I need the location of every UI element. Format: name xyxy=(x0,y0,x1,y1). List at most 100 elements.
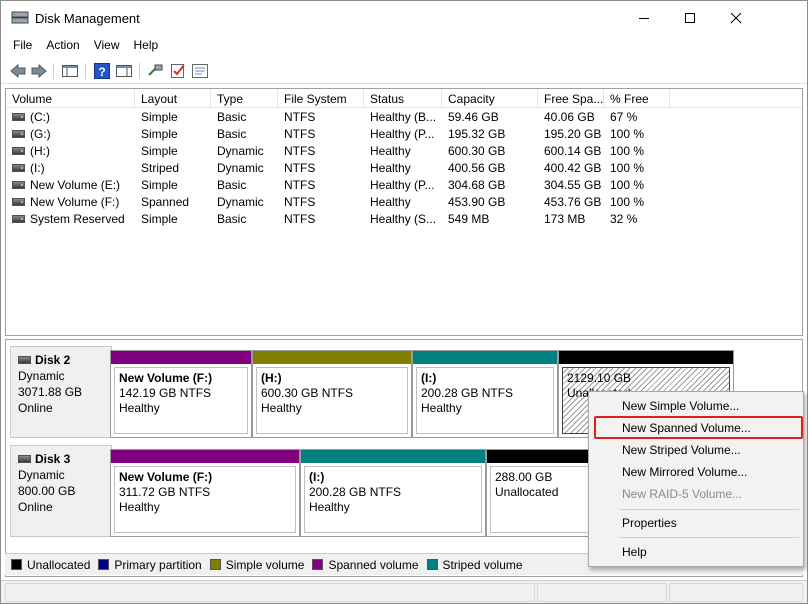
disk-2-label[interactable]: Disk 2 Dynamic 3071.88 GB Online xyxy=(10,346,112,438)
free-space-cell: 400.42 GB xyxy=(544,161,602,175)
volume-row[interactable]: System Reserved Simple Basic NTFS Health… xyxy=(6,211,802,228)
status-pane xyxy=(669,583,803,602)
capacity-cell: 400.56 GB xyxy=(448,161,506,175)
legend-unallocated: Unallocated xyxy=(11,558,90,572)
partition-new-volume-f-disk3[interactable]: New Volume (F:) 311.72 GB NTFS Healthy xyxy=(110,449,300,537)
percent-free-cell: 100 % xyxy=(610,178,645,192)
volume-name-cell: New Volume (F:) xyxy=(6,195,135,211)
legend-label: Spanned volume xyxy=(328,557,419,572)
column-volume[interactable]: Volume xyxy=(6,89,135,108)
toolbar-separator xyxy=(85,63,86,79)
file-system-cell: NTFS xyxy=(284,212,316,226)
menu-new-spanned-volume[interactable]: New Spanned Volume... xyxy=(591,417,801,439)
partition-status: Healthy xyxy=(119,500,160,514)
partition-title: (I:) xyxy=(309,470,325,484)
connect-icon[interactable] xyxy=(146,62,164,80)
close-button[interactable] xyxy=(713,1,759,35)
forward-arrow-icon[interactable] xyxy=(30,62,48,80)
volume-row[interactable]: New Volume (E:) Simple Basic NTFS Health… xyxy=(6,177,802,194)
capacity-cell: 59.46 GB xyxy=(448,110,499,124)
volume-name: New Volume (E:) xyxy=(30,178,121,192)
unallocated-bar xyxy=(559,351,733,364)
menu-file[interactable]: File xyxy=(1,35,39,57)
column-file-system[interactable]: File System xyxy=(278,89,364,108)
legend-label: Unallocated xyxy=(27,557,91,572)
partition-i-disk2[interactable]: (I:) 200.28 GB NTFS Healthy xyxy=(412,350,558,438)
back-arrow-icon[interactable] xyxy=(9,62,27,80)
partition-status: Healthy xyxy=(119,401,160,415)
show-hide-tree-icon[interactable] xyxy=(61,62,79,80)
file-system-cell: NTFS xyxy=(284,144,316,158)
minimize-button[interactable] xyxy=(621,1,667,35)
close-icon xyxy=(730,12,742,24)
spanned-bar xyxy=(111,450,299,463)
column-free-space[interactable]: Free Spa... xyxy=(538,89,604,108)
menu-new-mirrored-volume[interactable]: New Mirrored Volume... xyxy=(591,461,801,483)
menu-view[interactable]: View xyxy=(87,35,127,57)
column-percent-free[interactable]: % Free xyxy=(604,89,670,108)
partition-size: 2129.10 GB xyxy=(567,371,632,385)
partition-size: 311.72 GB NTFS xyxy=(119,485,211,499)
volume-name-cell: (H:) xyxy=(6,144,135,160)
legend-swatch xyxy=(426,559,438,570)
type-cell: Basic xyxy=(217,110,247,124)
file-system-cell: NTFS xyxy=(284,195,316,209)
volume-row[interactable]: (C:) Simple Basic NTFS Healthy (B... 59.… xyxy=(6,109,802,126)
help-icon[interactable]: ? xyxy=(93,62,111,80)
menu-new-simple-volume[interactable]: New Simple Volume... xyxy=(591,395,801,417)
partition-h[interactable]: (H:) 600.30 GB NTFS Healthy xyxy=(252,350,412,438)
menu-action[interactable]: Action xyxy=(39,35,86,57)
status-bar xyxy=(1,580,807,603)
context-menu: New Simple Volume... New Spanned Volume.… xyxy=(588,391,804,567)
partition-size: 142.19 GB NTFS xyxy=(119,386,212,400)
volume-name: (I:) xyxy=(30,161,45,175)
maximize-icon xyxy=(685,13,695,23)
layout-cell: Simple xyxy=(141,127,178,141)
capacity-cell: 549 MB xyxy=(448,212,490,226)
properties-icon[interactable] xyxy=(191,62,209,80)
partition-i-disk3[interactable]: (I:) 200.28 GB NTFS Healthy xyxy=(300,449,486,537)
legend-striped-volume: Striped volume xyxy=(426,557,523,572)
striped-bar xyxy=(301,450,485,463)
status-cell: Healthy xyxy=(370,144,411,158)
menu-properties[interactable]: Properties xyxy=(591,512,801,534)
status-cell: Healthy xyxy=(370,161,411,175)
percent-free-cell: 100 % xyxy=(610,161,645,175)
file-system-cell: NTFS xyxy=(284,161,316,175)
partition-new-volume-f-disk2[interactable]: New Volume (F:) 142.19 GB NTFS Healthy xyxy=(110,350,252,438)
legend-swatch xyxy=(98,559,110,570)
partition-size: 200.28 GB NTFS xyxy=(421,386,514,400)
volume-row[interactable]: (H:) Simple Dynamic NTFS Healthy 600.30 … xyxy=(6,143,802,160)
free-space-cell: 40.06 GB xyxy=(544,110,595,124)
maximize-button[interactable] xyxy=(667,1,713,35)
legend-simple-volume: Simple volume xyxy=(209,558,304,572)
menu-help[interactable]: Help xyxy=(591,541,801,563)
menu-new-striped-volume[interactable]: New Striped Volume... xyxy=(591,439,801,461)
checklist-icon[interactable] xyxy=(169,62,187,80)
minimize-icon xyxy=(639,18,649,19)
partition-details: (H:) 600.30 GB NTFS Healthy xyxy=(256,367,408,434)
column-status[interactable]: Status xyxy=(364,89,442,108)
disk-3-label[interactable]: Disk 3 Dynamic 800.00 GB Online xyxy=(10,445,112,537)
spanned-bar xyxy=(111,351,251,364)
menu-help[interactable]: Help xyxy=(127,35,166,57)
legend-label: Striped volume xyxy=(442,557,523,572)
volume-name: New Volume (F:) xyxy=(30,195,120,209)
volume-row[interactable]: (G:) Simple Basic NTFS Healthy (P... 195… xyxy=(6,126,802,143)
type-cell: Basic xyxy=(217,212,247,226)
partition-details: (I:) 200.28 GB NTFS Healthy xyxy=(416,367,554,434)
type-cell: Dynamic xyxy=(217,144,264,158)
column-type[interactable]: Type xyxy=(211,89,278,108)
disk-2-name-row: Disk 2 xyxy=(18,352,111,368)
percent-free-cell: 100 % xyxy=(610,144,645,158)
show-action-pane-icon[interactable] xyxy=(115,62,133,80)
toolbar-separator xyxy=(53,63,54,79)
volume-row[interactable]: New Volume (F:) Spanned Dynamic NTFS Hea… xyxy=(6,194,802,211)
volume-icon xyxy=(12,130,25,138)
column-layout[interactable]: Layout xyxy=(135,89,211,108)
column-capacity[interactable]: Capacity xyxy=(442,89,538,108)
free-space-cell: 600.14 GB xyxy=(544,144,602,158)
volume-row[interactable]: (I:) Striped Dynamic NTFS Healthy 400.56… xyxy=(6,160,802,177)
partition-title: (I:) xyxy=(421,371,437,385)
capacity-cell: 600.30 GB xyxy=(448,144,506,158)
